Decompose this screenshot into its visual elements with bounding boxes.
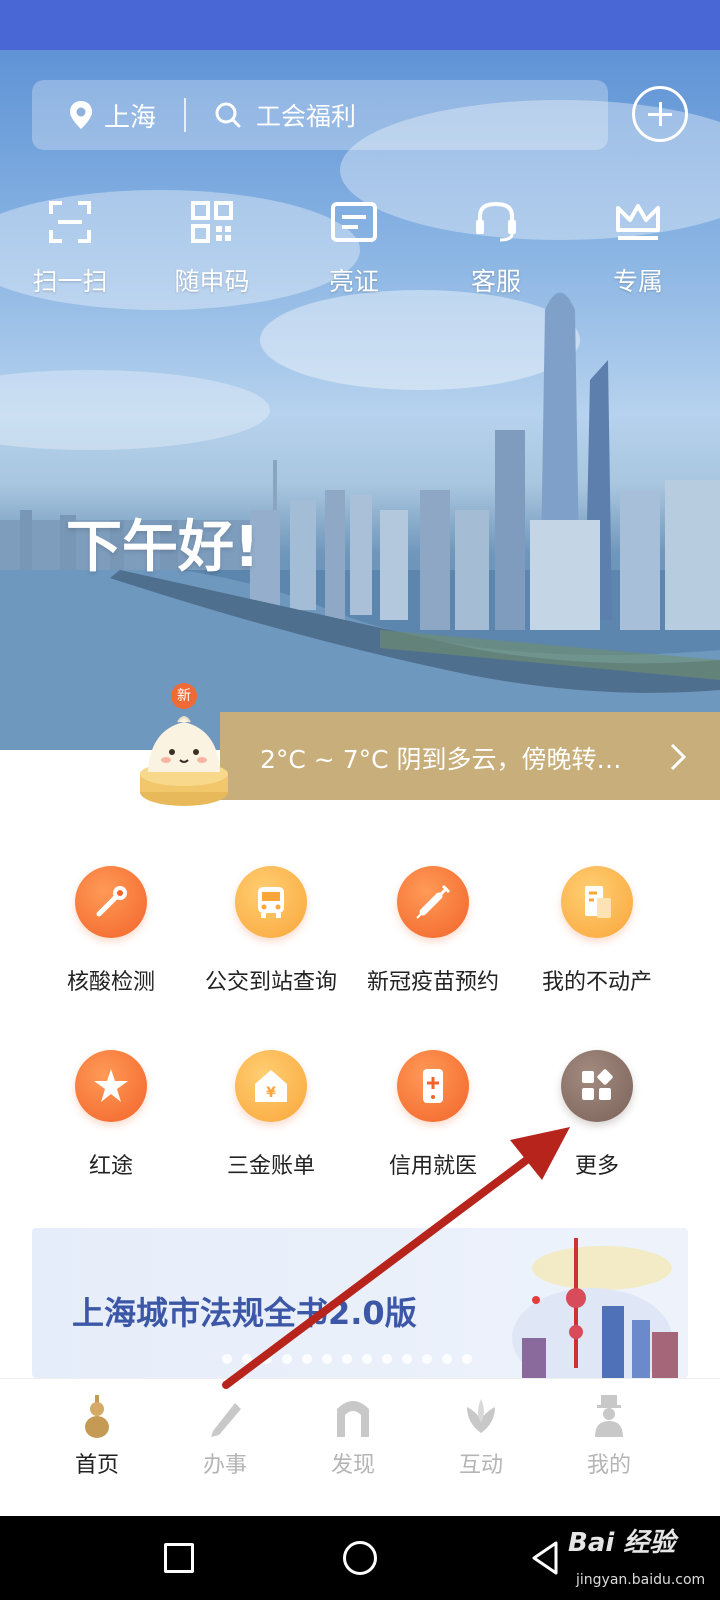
tab-label: 发现 bbox=[330, 1453, 375, 1478]
more-grid-icon bbox=[582, 1069, 613, 1100]
tab-label: 办事 bbox=[202, 1453, 247, 1478]
crown-icon bbox=[616, 204, 660, 240]
service-label: 红途 bbox=[88, 1154, 133, 1179]
tab-interact[interactable]: 互动 bbox=[416, 1379, 546, 1479]
house-yuan-icon: ¥ bbox=[255, 1070, 287, 1102]
tab-discover[interactable]: 发现 bbox=[288, 1379, 418, 1479]
red-star-icon bbox=[94, 1069, 128, 1102]
qr-code-icon bbox=[191, 201, 233, 243]
quick-action-exclusive[interactable]: 专属 bbox=[578, 200, 698, 298]
greeting-text: 下午好! bbox=[66, 515, 260, 580]
service-my-property[interactable]: 我的不动产 bbox=[512, 866, 682, 996]
service-label: 信用就医 bbox=[388, 1154, 477, 1179]
tab-mine[interactable]: 我的 bbox=[544, 1379, 674, 1479]
arch-icon bbox=[337, 1401, 369, 1437]
service-label: 核酸检测 bbox=[66, 970, 155, 995]
service-label: 公交到站查询 bbox=[204, 970, 337, 995]
search-input[interactable]: 工会福利 bbox=[256, 97, 356, 133]
status-bar bbox=[0, 0, 720, 50]
person-hat-icon bbox=[595, 1395, 623, 1437]
shanghai-landmark-illustration bbox=[512, 1238, 678, 1378]
service-vaccine-booking[interactable]: 新冠疫苗预约 bbox=[348, 866, 518, 996]
scan-icon bbox=[49, 201, 91, 243]
quick-action-label: 专属 bbox=[612, 267, 663, 296]
bottom-tab-bar: 首页 办事 发现 互动 我的 bbox=[0, 1378, 720, 1516]
service-more[interactable]: 更多 bbox=[512, 1050, 682, 1180]
quick-action-label: 随申码 bbox=[174, 267, 250, 296]
service-fund-bill[interactable]: ¥ 三金账单 bbox=[186, 1050, 356, 1180]
service-label: 更多 bbox=[574, 1154, 619, 1179]
quick-action-label: 亮证 bbox=[328, 267, 379, 296]
tab-services[interactable]: 办事 bbox=[160, 1379, 290, 1479]
back-button[interactable] bbox=[530, 1540, 560, 1576]
home-button[interactable] bbox=[343, 1541, 377, 1575]
property-doc-icon bbox=[585, 886, 611, 918]
quick-action-id-card[interactable]: 亮证 bbox=[294, 200, 414, 298]
weather-text[interactable]: 2°C ~ 7°C 阴到多云，傍晚转… bbox=[260, 740, 622, 776]
tab-label: 首页 bbox=[74, 1453, 119, 1478]
city-skyline-image bbox=[0, 100, 720, 750]
swab-test-icon bbox=[96, 886, 127, 917]
medical-phone-icon bbox=[423, 1069, 443, 1103]
service-red-route[interactable]: 红途 bbox=[26, 1050, 196, 1180]
watermark-url: jingyan.baidu.com bbox=[576, 1572, 706, 1588]
banner-title: 上海城市法规全书2.0版 bbox=[72, 1294, 417, 1332]
location-pin-icon bbox=[70, 101, 92, 129]
quick-action-label: 客服 bbox=[470, 267, 521, 296]
svg-text:¥: ¥ bbox=[266, 1085, 276, 1101]
search-divider bbox=[184, 98, 187, 132]
bus-icon bbox=[258, 887, 284, 918]
chevron-right-icon[interactable] bbox=[666, 742, 690, 772]
watermark-logo: Bai 经验 bbox=[568, 1528, 676, 1558]
id-card-icon bbox=[331, 202, 377, 242]
service-label: 三金账单 bbox=[226, 1154, 315, 1179]
headset-icon bbox=[476, 201, 516, 242]
syringe-icon bbox=[416, 884, 451, 919]
tab-label: 互动 bbox=[458, 1453, 503, 1478]
gourd-home-icon bbox=[85, 1395, 109, 1438]
service-nucleic-test[interactable]: 核酸检测 bbox=[26, 866, 196, 996]
baidu-jingyan-watermark: Bai 经验 jingyan.baidu.com bbox=[568, 1522, 708, 1598]
new-badge: 新 bbox=[171, 683, 197, 709]
carousel-dots bbox=[222, 1354, 472, 1364]
service-credit-medical[interactable]: 信用就医 bbox=[348, 1050, 518, 1180]
pen-icon bbox=[211, 1403, 241, 1437]
add-button[interactable] bbox=[632, 86, 688, 142]
hero-banner: 下午好! bbox=[0, 50, 720, 750]
service-label: 新冠疫苗预约 bbox=[366, 970, 499, 995]
promo-banner[interactable]: 上海城市法规全书2.0版 bbox=[32, 1228, 688, 1378]
quick-action-label: 扫一扫 bbox=[32, 267, 108, 296]
location-label[interactable]: 上海 bbox=[104, 97, 156, 134]
xiaolongbao-mascot-icon bbox=[140, 716, 228, 806]
quick-action-qr-code[interactable]: 随申码 bbox=[152, 200, 272, 298]
search-icon bbox=[215, 102, 241, 128]
magnolia-icon bbox=[467, 1399, 495, 1433]
quick-action-scan[interactable]: 扫一扫 bbox=[10, 200, 130, 298]
quick-action-customer-service[interactable]: 客服 bbox=[436, 200, 556, 298]
service-label: 我的不动产 bbox=[541, 970, 652, 995]
service-bus-query[interactable]: 公交到站查询 bbox=[186, 866, 356, 996]
recent-apps-button[interactable] bbox=[164, 1543, 194, 1573]
tab-label: 我的 bbox=[586, 1453, 631, 1478]
search-bar[interactable]: 上海 工会福利 bbox=[32, 80, 608, 150]
tab-home[interactable]: 首页 bbox=[32, 1379, 162, 1479]
